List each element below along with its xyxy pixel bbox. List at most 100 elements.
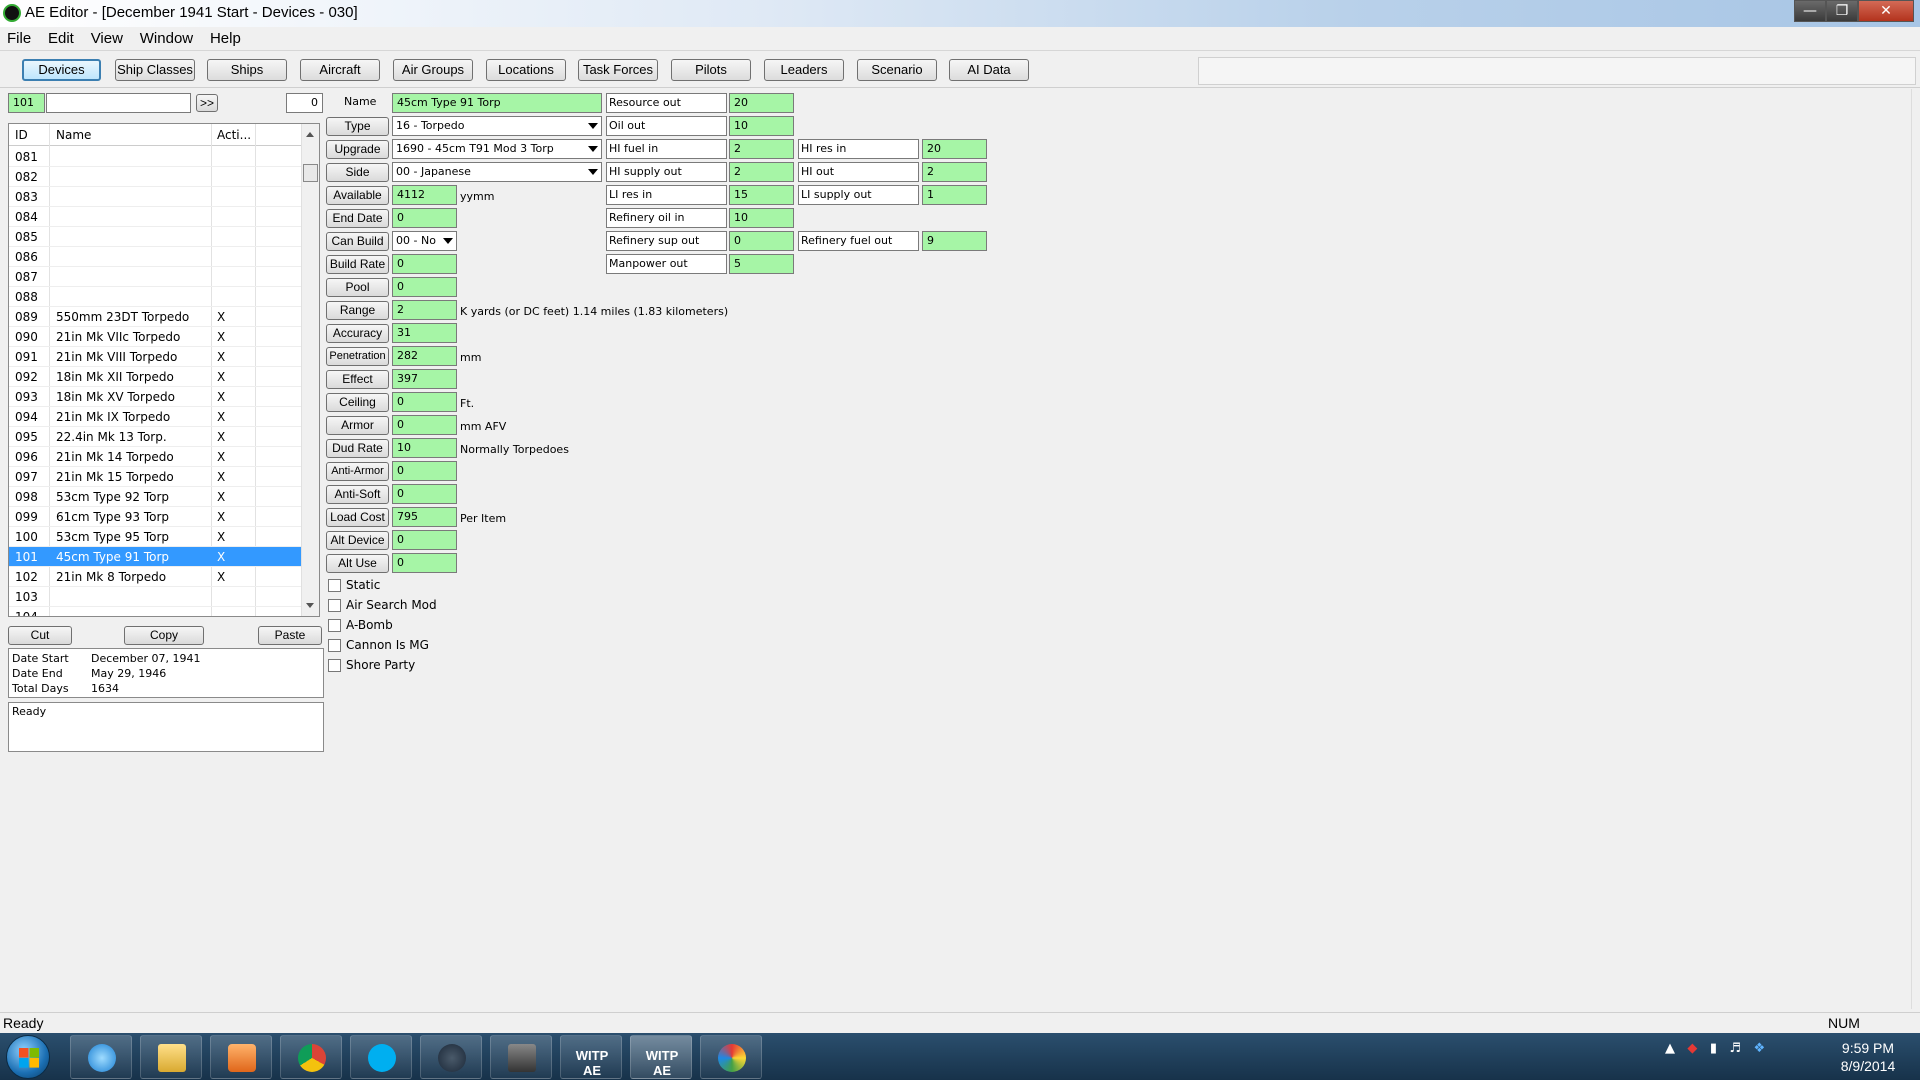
file-explorer-icon[interactable] — [140, 1035, 202, 1079]
scroll-up-icon[interactable] — [306, 132, 314, 137]
refinery-oil-in-field[interactable]: 10 — [729, 208, 794, 228]
alt-use-button[interactable]: Alt Use — [326, 554, 389, 573]
alt-device-button[interactable]: Alt Device — [326, 531, 389, 550]
witp-ae-icon[interactable]: WITP AE — [560, 1035, 622, 1079]
anti-armor-field[interactable]: 0 — [392, 461, 457, 481]
list-item[interactable]: 092 18in Mk XII Torpedo X — [9, 367, 301, 387]
list-item[interactable]: 101 45cm Type 91 Torp X — [9, 547, 301, 567]
menu-window[interactable]: Window — [133, 27, 199, 47]
pool-field[interactable]: 0 — [392, 277, 457, 297]
taskbar-clock[interactable]: 9:59 PM 8/9/2014 — [1828, 1039, 1908, 1075]
end-date-field[interactable]: 0 — [392, 208, 457, 228]
tab-scenario[interactable]: Scenario — [857, 59, 937, 81]
list-item[interactable]: 085 — [9, 227, 301, 247]
paste-button[interactable]: Paste — [258, 626, 322, 645]
penetration-button[interactable]: Penetration — [326, 347, 389, 366]
copy-button[interactable]: Copy — [124, 626, 204, 645]
available-field[interactable]: 4112 — [392, 185, 457, 205]
hi-out-field[interactable]: 2 — [922, 162, 987, 182]
list-item[interactable]: 099 61cm Type 93 Torp X — [9, 507, 301, 527]
go-button[interactable]: >> — [196, 94, 218, 112]
pool-button[interactable]: Pool — [326, 278, 389, 297]
list-scrollbar[interactable] — [301, 124, 319, 616]
dropbox-icon[interactable]: ❖ — [1753, 1041, 1765, 1056]
range-button[interactable]: Range — [326, 301, 389, 320]
upgrade-select[interactable]: 1690 - 45cm T91 Mod 3 Torp — [392, 139, 602, 159]
steam-icon[interactable] — [420, 1035, 482, 1079]
list-item[interactable]: 088 — [9, 287, 301, 307]
available-button[interactable]: Available — [326, 186, 389, 205]
tab-devices[interactable]: Devices — [22, 59, 101, 81]
column-name[interactable]: Name — [56, 128, 91, 142]
tab-aircraft[interactable]: Aircraft — [300, 59, 380, 81]
media-player-icon[interactable] — [210, 1035, 272, 1079]
anti-soft-button[interactable]: Anti-Soft — [326, 485, 389, 504]
range-field[interactable]: 2 — [392, 300, 457, 320]
anti-soft-field[interactable]: 0 — [392, 484, 457, 504]
checkbox-box[interactable] — [328, 599, 341, 612]
name-field[interactable]: 45cm Type 91 Torp — [392, 93, 602, 113]
menu-edit[interactable]: Edit — [41, 27, 80, 47]
list-item[interactable]: 082 — [9, 167, 301, 187]
dud-rate-field[interactable]: 10 — [392, 438, 457, 458]
anti-armor-button[interactable]: Anti-Armor — [326, 462, 389, 481]
network-icon[interactable]: ▮ — [1710, 1041, 1717, 1056]
ceiling-field[interactable]: 0 — [392, 392, 457, 412]
show-hidden-icons-icon[interactable]: ▲ — [1665, 1041, 1675, 1056]
penetration-field[interactable]: 282 — [392, 346, 457, 366]
side-button[interactable]: Side — [326, 163, 389, 182]
chrome-icon[interactable] — [280, 1035, 342, 1079]
cut-button[interactable]: Cut — [8, 626, 72, 645]
list-item[interactable]: 102 21in Mk 8 Torpedo X — [9, 567, 301, 587]
accuracy-button[interactable]: Accuracy — [326, 324, 389, 343]
resource-out-field[interactable]: 20 — [729, 93, 794, 113]
hi-res-in-field[interactable]: 20 — [922, 139, 987, 159]
effect-field[interactable]: 397 — [392, 369, 457, 389]
oil-out-field[interactable]: 10 — [729, 116, 794, 136]
checkbox-box[interactable] — [328, 639, 341, 652]
minimize-button[interactable]: — — [1794, 0, 1826, 22]
end-date-button[interactable]: End Date — [326, 209, 389, 228]
start-icon[interactable] — [6, 1035, 50, 1079]
tab-leaders[interactable]: Leaders — [764, 59, 844, 81]
can-build-select[interactable]: 00 - No — [392, 231, 457, 251]
checkbox-box[interactable] — [328, 619, 341, 632]
list-item[interactable]: 081 — [9, 147, 301, 167]
hi-fuel-in-field[interactable]: 2 — [729, 139, 794, 159]
list-item[interactable]: 093 18in Mk XV Torpedo X — [9, 387, 301, 407]
paint-icon[interactable] — [700, 1035, 762, 1079]
upgrade-button[interactable]: Upgrade — [326, 140, 389, 159]
list-item[interactable]: 096 21in Mk 14 Torpedo X — [9, 447, 301, 467]
type-select[interactable]: 16 - Torpedo — [392, 116, 602, 136]
scroll-down-icon[interactable] — [306, 603, 314, 608]
witp-ae-editor-icon[interactable]: WITP AE — [630, 1035, 692, 1079]
load-cost-field[interactable]: 795 — [392, 507, 457, 527]
scroll-thumb[interactable] — [303, 164, 318, 182]
list-item[interactable]: 094 21in Mk IX Torpedo X — [9, 407, 301, 427]
list-item[interactable]: 098 53cm Type 92 Torp X — [9, 487, 301, 507]
list-item[interactable]: 086 — [9, 247, 301, 267]
tab-ship-classes[interactable]: Ship Classes — [115, 59, 195, 81]
name-search-field[interactable] — [46, 93, 191, 113]
li-supply-out-field[interactable]: 1 — [922, 185, 987, 205]
type-button[interactable]: Type — [326, 117, 389, 136]
maximize-button[interactable]: ❐ — [1826, 0, 1858, 22]
world-of-tanks-icon[interactable] — [490, 1035, 552, 1079]
refinery-sup-out-field[interactable]: 0 — [729, 231, 794, 251]
security-shield-icon[interactable]: ◆ — [1687, 1041, 1697, 1056]
build-rate-field[interactable]: 0 — [392, 254, 457, 274]
tab-air-groups[interactable]: Air Groups — [393, 59, 473, 81]
tab-task-forces[interactable]: Task Forces — [578, 59, 658, 81]
list-item[interactable]: 089 550mm 23DT Torpedo X — [9, 307, 301, 327]
list-item[interactable]: 090 21in Mk VIIc Torpedo X — [9, 327, 301, 347]
refinery-fuel-out-field[interactable]: 9 — [922, 231, 987, 251]
ceiling-button[interactable]: Ceiling — [326, 393, 389, 412]
list-item[interactable]: 091 21in Mk VIII Torpedo X — [9, 347, 301, 367]
manpower-out-field[interactable]: 5 — [729, 254, 794, 274]
alt-use-field[interactable]: 0 — [392, 553, 457, 573]
armor-field[interactable]: 0 — [392, 415, 457, 435]
list-item[interactable]: 087 — [9, 267, 301, 287]
menu-help[interactable]: Help — [203, 27, 247, 47]
accuracy-field[interactable]: 31 — [392, 323, 457, 343]
tab-ships[interactable]: Ships — [207, 59, 287, 81]
